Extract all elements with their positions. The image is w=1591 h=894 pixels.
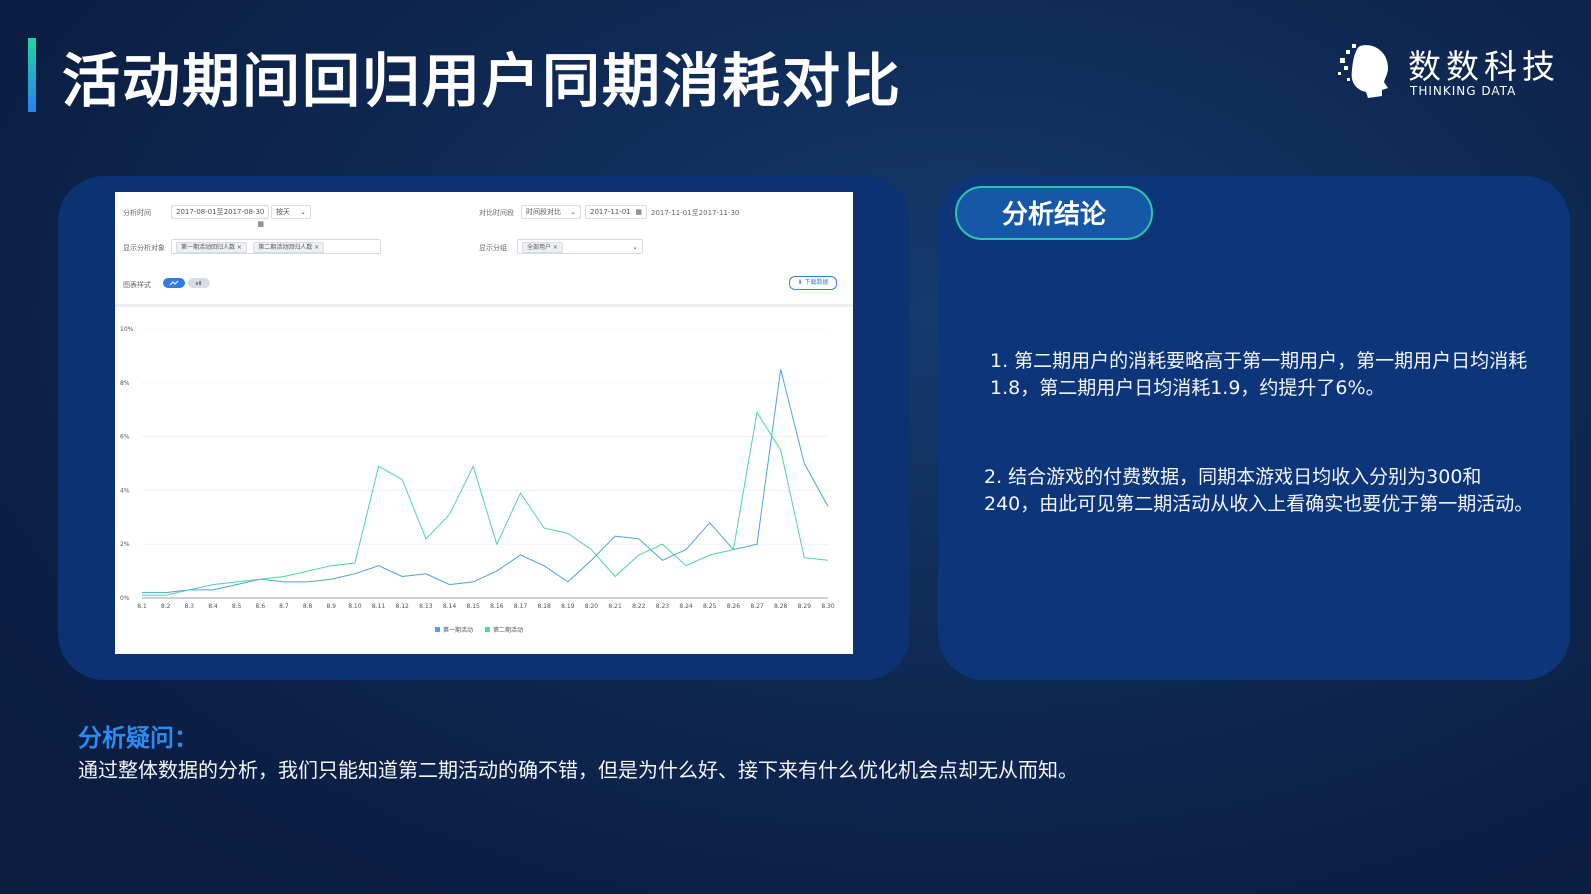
object-chip[interactable]: 第一期活动回归人数 × — [176, 242, 247, 253]
x-tick-label: 8.6 — [256, 603, 266, 610]
conclusion-tag: 分析结论 — [955, 186, 1153, 240]
title-accent-bar — [28, 38, 36, 112]
x-tick-label: 8.7 — [279, 603, 289, 610]
group-chip[interactable]: 全部用户 × — [522, 242, 563, 253]
compare-mode-value: 时间段对比 — [526, 208, 561, 216]
x-tick-label: 8.30 — [821, 603, 835, 610]
x-tick-label: 8.15 — [466, 603, 480, 610]
y-tick-label: 6% — [120, 434, 130, 441]
download-label: 下载数据 — [804, 279, 829, 286]
company-logo: 数数科技 THINKING DATA — [1338, 38, 1555, 104]
x-tick-label: 8.2 — [161, 603, 171, 610]
chevron-down-icon: ⌄ — [570, 208, 576, 216]
analysis-object-label: 显示分析对象 — [123, 244, 165, 252]
conclusion-point-1: 1. 第二期用户的消耗要略高于第一期用户，第一期用户日均消耗1.8，第二期用户日… — [990, 350, 1528, 399]
bar-chart-toggle[interactable] — [188, 278, 210, 288]
group-label: 显示分组 — [479, 244, 507, 252]
x-tick-label: 8.17 — [514, 603, 528, 610]
x-tick-label: 8.22 — [632, 603, 646, 610]
bar-chart-icon — [196, 281, 201, 285]
chart-style-label: 图表样式 — [123, 281, 151, 289]
y-tick-label: 8% — [120, 380, 130, 387]
compare-mode-select[interactable]: 时间段对比 ⌄ — [521, 205, 581, 219]
compare-date-value: 2017-11-01 — [590, 208, 631, 216]
x-tick-label: 8.3 — [185, 603, 195, 610]
granularity-value: 按天 — [276, 208, 290, 216]
chevron-down-icon: ⌄ — [300, 208, 306, 216]
compare-time-label: 对比时间段 — [479, 209, 514, 217]
compare-range-text: 2017-11-01至2017-11-30 — [651, 209, 740, 217]
series-line-2 — [142, 411, 829, 596]
logo-text-en: THINKING DATA — [1410, 84, 1517, 98]
legend-label: 第一期活动 — [443, 626, 473, 634]
x-tick-label: 8.26 — [727, 603, 741, 610]
x-tick-label: 8.16 — [490, 603, 504, 610]
analysis-object-select[interactable]: 第一期活动回归人数 × 第二期活动回归人数 × — [171, 239, 381, 254]
date-range-value: 2017-08-01至2017-08-30 — [176, 208, 265, 216]
chip-label: 第一期活动回归人数 — [181, 244, 236, 251]
chip-label: 第二期活动回归人数 — [258, 244, 313, 251]
x-tick-label: 8.24 — [679, 603, 693, 610]
analysis-screenshot: 分析时间 2017-08-01至2017-08-30 ▦ 按天 ⌄ 对比时间段 … — [115, 192, 853, 654]
compare-date-picker[interactable]: 2017-11-01 ▦ — [585, 205, 647, 219]
legend-label: 第二期活动 — [493, 626, 523, 634]
x-tick-label: 8.4 — [208, 603, 218, 610]
download-icon: ⬇ — [797, 279, 803, 286]
filter-area: 分析时间 2017-08-01至2017-08-30 ▦ 按天 ⌄ 对比时间段 … — [115, 192, 853, 307]
legend-swatch — [435, 627, 440, 632]
download-button[interactable]: ⬇ 下载数据 — [789, 276, 837, 290]
x-tick-label: 8.25 — [703, 603, 717, 610]
question-title: 分析疑问： — [78, 724, 198, 752]
conclusion-panel — [938, 176, 1570, 680]
x-tick-label: 8.13 — [419, 603, 433, 610]
x-tick-label: 8.5 — [232, 603, 242, 610]
x-tick-label: 8.9 — [326, 603, 336, 610]
y-tick-label: 4% — [120, 487, 130, 494]
page-title: 活动期间回归用户同期消耗对比 — [62, 47, 903, 115]
x-tick-label: 8.11 — [372, 603, 386, 610]
analysis-time-label: 分析时间 — [123, 209, 151, 217]
x-tick-label: 8.19 — [561, 603, 575, 610]
granularity-select[interactable]: 按天 ⌄ — [271, 205, 311, 219]
x-tick-label: 8.18 — [537, 603, 551, 610]
line-chart-toggle[interactable] — [163, 278, 185, 288]
calendar-icon: ▦ — [635, 208, 642, 216]
group-select[interactable]: 全部用户 × ⌄ — [517, 239, 643, 254]
chevron-down-icon: ⌄ — [632, 243, 638, 251]
x-tick-label: 8.12 — [396, 603, 410, 610]
object-chip[interactable]: 第二期活动回归人数 × — [253, 242, 325, 253]
line-chart-icon — [169, 280, 179, 286]
y-tick-label: 10% — [120, 326, 134, 333]
x-tick-label: 8.28 — [774, 603, 788, 610]
x-tick-label: 8.10 — [348, 603, 362, 610]
x-tick-label: 8.27 — [750, 603, 764, 610]
question-text: 通过整体数据的分析，我们只能知道第二期活动的确不错，但是为什么好、接下来有什么优… — [78, 758, 1078, 782]
x-tick-label: 8.20 — [585, 603, 599, 610]
x-tick-label: 8.29 — [798, 603, 812, 610]
y-tick-label: 2% — [120, 541, 130, 548]
x-tick-label: 8.23 — [656, 603, 670, 610]
calendar-icon: ▦ — [257, 220, 264, 228]
date-range-picker[interactable]: 2017-08-01至2017-08-30 ▦ — [171, 205, 269, 228]
x-tick-label: 8.8 — [303, 603, 313, 610]
legend-swatch — [485, 627, 490, 632]
x-tick-label: 8.14 — [443, 603, 457, 610]
x-tick-label: 8.1 — [137, 603, 147, 610]
x-tick-label: 8.21 — [608, 603, 622, 610]
consumption-line-chart: 0% 2% 4% 6% 8% 10% 8.1 8.2 8.3 8.4 8.5 8.6 8.7 8.8 8.9… — [120, 326, 835, 634]
head-logo-icon — [1338, 44, 1388, 98]
logo-text-cn: 数数科技 — [1408, 47, 1560, 86]
conclusion-point-2: 2. 结合游戏的付费数据，同期本游戏日均收入分别为300和240，由此可见第二期… — [984, 466, 1534, 515]
chip-label: 全部用户 — [527, 244, 552, 251]
y-tick-label: 0% — [120, 595, 130, 602]
series-line-1 — [142, 369, 829, 594]
